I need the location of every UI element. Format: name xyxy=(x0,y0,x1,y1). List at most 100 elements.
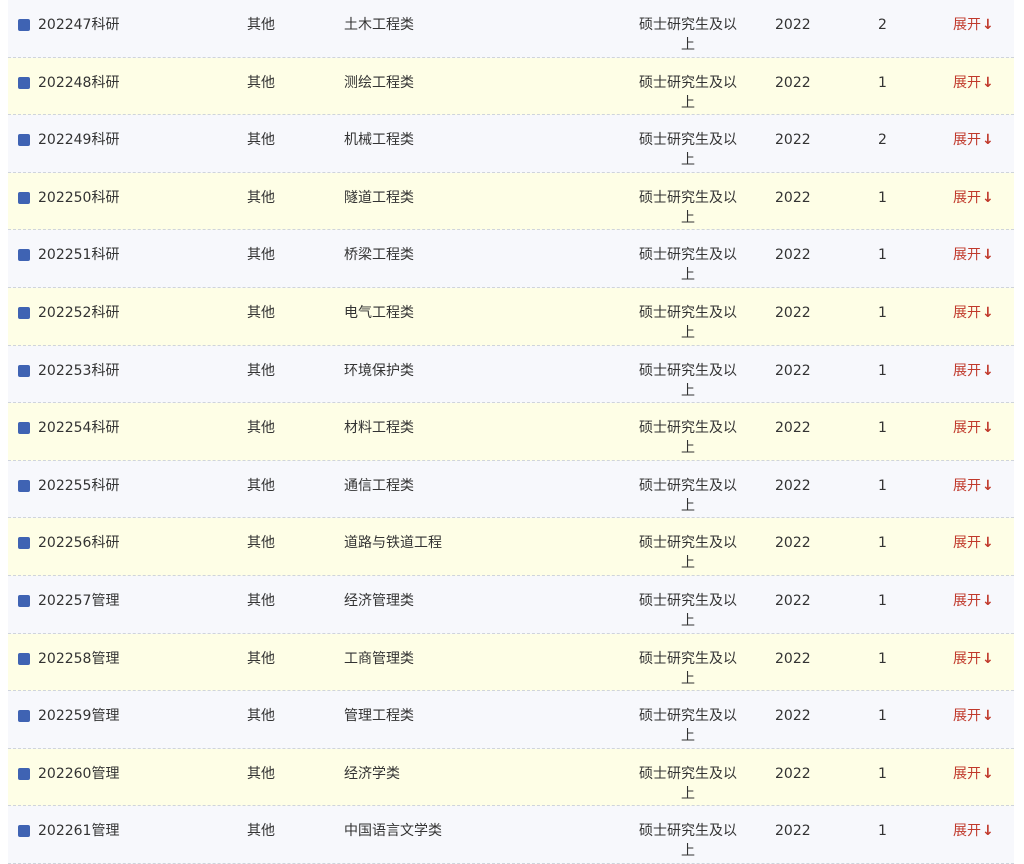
expand-link[interactable]: 展开↓ xyxy=(953,188,994,208)
job-type: 其他 xyxy=(247,304,275,321)
arrow-down-icon: ↓ xyxy=(982,765,994,782)
education-requirement: 硕士研究生及以上 xyxy=(639,304,737,341)
row-checkbox[interactable] xyxy=(18,767,30,780)
row-checkbox[interactable] xyxy=(18,537,30,550)
table-row: 202250科研 其他 隧道工程类 硕士研究生及以上 2022 1 展开↓ xyxy=(8,172,1014,231)
row-checkbox[interactable] xyxy=(18,76,30,89)
graduation-year: 2022 xyxy=(775,132,811,149)
row-checkbox[interactable] xyxy=(18,594,30,607)
graduation-year: 2022 xyxy=(775,477,811,494)
hiring-count: 1 xyxy=(878,650,887,667)
expand-link[interactable]: 展开↓ xyxy=(953,130,994,150)
table-row: 202251科研 其他 桥梁工程类 硕士研究生及以上 2022 1 展开↓ xyxy=(8,230,1014,288)
expand-link[interactable]: 展开↓ xyxy=(953,418,994,438)
row-checkbox[interactable] xyxy=(18,479,30,492)
job-type: 其他 xyxy=(247,189,275,206)
row-checkbox[interactable] xyxy=(18,825,30,838)
major-requirement: 环境保护类 xyxy=(344,362,414,379)
job-type: 其他 xyxy=(247,132,275,149)
job-code: 202257管理 xyxy=(38,592,120,609)
job-code: 202250科研 xyxy=(38,189,120,206)
job-code: 202261管理 xyxy=(38,823,120,840)
arrow-down-icon: ↓ xyxy=(982,304,994,321)
expand-link[interactable]: 展开↓ xyxy=(953,533,994,553)
job-code: 202254科研 xyxy=(38,420,120,437)
expand-link[interactable]: 展开↓ xyxy=(953,73,994,93)
expand-link[interactable]: 展开↓ xyxy=(953,764,994,784)
job-type: 其他 xyxy=(247,592,275,609)
arrow-down-icon: ↓ xyxy=(982,535,994,552)
graduation-year: 2022 xyxy=(775,74,811,91)
major-requirement: 经济学类 xyxy=(344,765,400,782)
table-row: 202248科研 其他 测绘工程类 硕士研究生及以上 2022 1 展开↓ xyxy=(8,57,1014,116)
major-requirement: 桥梁工程类 xyxy=(344,247,414,264)
expand-label: 展开 xyxy=(953,420,981,437)
graduation-year: 2022 xyxy=(775,592,811,609)
hiring-count: 1 xyxy=(878,823,887,840)
education-requirement: 硕士研究生及以上 xyxy=(639,765,737,802)
major-requirement: 电气工程类 xyxy=(344,304,414,321)
education-requirement: 硕士研究生及以上 xyxy=(639,535,737,572)
row-checkbox[interactable] xyxy=(18,249,30,262)
row-checkbox[interactable] xyxy=(18,422,30,435)
job-type: 其他 xyxy=(247,535,275,552)
row-checkbox[interactable] xyxy=(18,364,30,377)
hiring-count: 1 xyxy=(878,247,887,264)
hiring-count: 1 xyxy=(878,74,887,91)
row-checkbox[interactable] xyxy=(18,134,30,147)
job-type: 其他 xyxy=(247,650,275,667)
row-checkbox[interactable] xyxy=(18,710,30,723)
hiring-count: 1 xyxy=(878,420,887,437)
job-code: 202260管理 xyxy=(38,765,120,782)
expand-link[interactable]: 展开↓ xyxy=(953,649,994,669)
job-type: 其他 xyxy=(247,708,275,725)
education-requirement: 硕士研究生及以上 xyxy=(639,247,737,284)
expand-link[interactable]: 展开↓ xyxy=(953,476,994,496)
hiring-count: 1 xyxy=(878,362,887,379)
expand-link[interactable]: 展开↓ xyxy=(953,303,994,323)
education-requirement: 硕士研究生及以上 xyxy=(639,650,737,687)
arrow-down-icon: ↓ xyxy=(982,362,994,379)
arrow-down-icon: ↓ xyxy=(982,708,994,725)
row-checkbox[interactable] xyxy=(18,306,30,319)
graduation-year: 2022 xyxy=(775,823,811,840)
graduation-year: 2022 xyxy=(775,650,811,667)
hiring-count: 2 xyxy=(878,132,887,149)
job-code: 202256科研 xyxy=(38,535,120,552)
row-checkbox[interactable] xyxy=(18,19,30,31)
expand-link[interactable]: 展开↓ xyxy=(953,821,994,841)
graduation-year: 2022 xyxy=(775,247,811,264)
major-requirement: 土木工程类 xyxy=(344,17,414,33)
arrow-down-icon: ↓ xyxy=(982,592,994,609)
hiring-count: 1 xyxy=(878,535,887,552)
education-requirement: 硕士研究生及以上 xyxy=(639,420,737,457)
expand-link[interactable]: 展开↓ xyxy=(953,706,994,726)
table-row: 202259管理 其他 管理工程类 硕士研究生及以上 2022 1 展开↓ xyxy=(8,691,1014,749)
table-row: 202253科研 其他 环境保护类 硕士研究生及以上 2022 1 展开↓ xyxy=(8,345,1014,404)
expand-link[interactable]: 展开↓ xyxy=(953,15,994,35)
job-code: 202253科研 xyxy=(38,362,120,379)
job-type: 其他 xyxy=(247,362,275,379)
expand-link[interactable]: 展开↓ xyxy=(953,361,994,381)
expand-link[interactable]: 展开↓ xyxy=(953,245,994,265)
education-requirement: 硕士研究生及以上 xyxy=(639,132,737,169)
row-checkbox[interactable] xyxy=(18,191,30,204)
education-requirement: 硕士研究生及以上 xyxy=(639,189,737,226)
major-requirement: 机械工程类 xyxy=(344,132,414,149)
expand-label: 展开 xyxy=(953,74,981,91)
table-body: 202247科研 其他 土木工程类 硕士研究生及以上 2022 2 展开↓ 20… xyxy=(8,0,1014,864)
expand-label: 展开 xyxy=(953,477,981,494)
education-requirement: 硕士研究生及以上 xyxy=(639,823,737,860)
job-type: 其他 xyxy=(247,765,275,782)
expand-label: 展开 xyxy=(953,189,981,206)
expand-label: 展开 xyxy=(953,592,981,609)
table-row: 202249科研 其他 机械工程类 硕士研究生及以上 2022 2 展开↓ xyxy=(8,115,1014,173)
arrow-down-icon: ↓ xyxy=(982,477,994,494)
expand-label: 展开 xyxy=(953,708,981,725)
major-requirement: 工商管理类 xyxy=(344,650,414,667)
expand-link[interactable]: 展开↓ xyxy=(953,591,994,611)
expand-label: 展开 xyxy=(953,650,981,667)
hiring-count: 1 xyxy=(878,189,887,206)
row-checkbox[interactable] xyxy=(18,652,30,665)
graduation-year: 2022 xyxy=(775,189,811,206)
